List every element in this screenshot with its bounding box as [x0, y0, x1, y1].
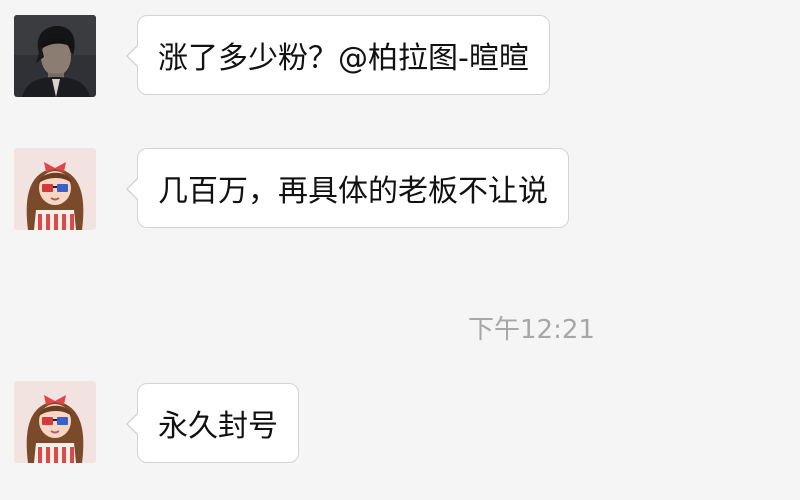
message-text: 几百万，再具体的老板不让说 [158, 174, 548, 209]
cartoon-girl-avatar[interactable] [14, 381, 96, 463]
cartoon-girl-icon [14, 148, 96, 230]
chat-timestamp: 下午12:21 [468, 315, 595, 345]
message-text: 永久封号 [158, 409, 278, 444]
message-text: 涨了多少粉？@柏拉图-暄暄 [158, 41, 529, 76]
male-portrait-icon [14, 15, 96, 97]
message-bubble[interactable]: 涨了多少粉？@柏拉图-暄暄 [126, 15, 550, 95]
message-bubble[interactable]: 几百万，再具体的老板不让说 [126, 148, 569, 228]
message-bubble[interactable]: 永久封号 [126, 383, 299, 463]
cartoon-girl-avatar[interactable] [14, 148, 96, 230]
male-user-avatar[interactable] [14, 15, 96, 97]
cartoon-girl-icon [14, 381, 96, 463]
